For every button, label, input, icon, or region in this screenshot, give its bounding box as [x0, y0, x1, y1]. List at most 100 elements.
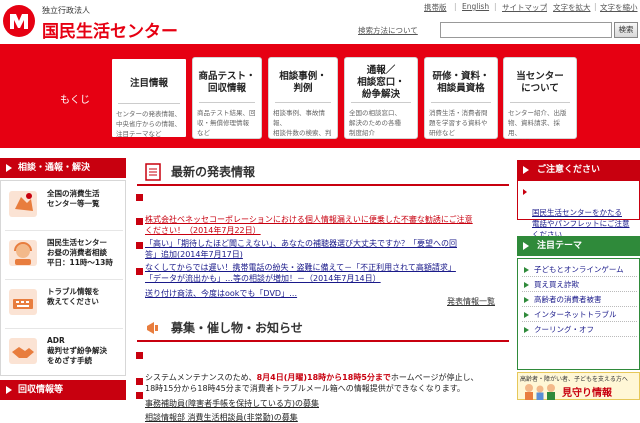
handshake-icon [7, 334, 39, 368]
right-sidebar: ご注意ください 国民生活センターをかたる 電話やパンフレットにご注意 ください … [517, 158, 640, 400]
theme-label: 高齢者の消費者被害 [534, 295, 602, 304]
nav-card-title: 当センター について [506, 64, 574, 102]
divider [431, 102, 491, 103]
notice-text: 相談情報部 消費生活相談員(非常勤)の募集 [145, 413, 298, 422]
nav-card-title: 研修・資料・ 相談員資格 [427, 64, 495, 102]
theme-heading: 注目テーマ [517, 236, 640, 256]
divider [5, 230, 123, 231]
link-sitemap[interactable]: サイトマップ [502, 2, 547, 13]
bullet-icon [524, 312, 529, 318]
bullet-icon [524, 282, 529, 288]
section-title: 募集・催し物・お知らせ [171, 319, 303, 336]
bullet-icon [524, 327, 529, 333]
nav-card-consultation[interactable]: 通報／ 相談窓口・ 紛争解決 全国の相談窓口、 解決のための各種 制度紹介 [344, 57, 418, 139]
theme-list: 子どもとオンラインゲーム 買え買え詐欺 高齢者の消費者被害 インターネットトラブ… [517, 258, 640, 370]
link-text-smaller[interactable]: 文字を縮小 [600, 2, 638, 13]
caution-text: 国民生活センターをかたる 電話やパンフレットにご注意 ください [532, 208, 630, 239]
news-item[interactable]: 送り付け商法、今度はookでも「DVD」… [145, 266, 507, 299]
sidebar-item-adr[interactable]: ADR 裁判せず紛争解決 をめざす手続 [5, 330, 123, 376]
nav-card-title: 通報／ 相談窓口・ 紛争解決 [347, 64, 415, 102]
nav-card-desc: センター紹介、出版 物、資料請求、採用、 調達情報など [508, 108, 572, 140]
main-content: 最新の発表情報 株式会社ベネッセコーポレーションにおける個人情報漏えいに便乗した… [137, 158, 509, 400]
caution-link[interactable]: 国民生活センターをかたる 電話やパンフレットにご注意 ください [517, 180, 640, 220]
nav-card-title: 注目情報 [114, 65, 184, 103]
bullet-icon [524, 297, 529, 303]
link-text-larger[interactable]: 文字を拡大 [553, 2, 591, 13]
sidebar-item-label: 全国の消費生活 センター等一覧 [47, 189, 100, 209]
search-input[interactable] [440, 22, 612, 38]
theme-item[interactable]: 子どもとオンラインゲーム [522, 263, 637, 277]
bullet-icon [136, 194, 143, 201]
keyboard-icon [7, 285, 39, 319]
bullet-icon [524, 267, 529, 273]
sidebar-heading-text: 相談・通報・解決 [18, 163, 90, 173]
news-text: 送り付け商法、今度はookでも「DVD」… [145, 289, 297, 298]
arrow-right-icon [6, 164, 12, 172]
notice-item[interactable]: 相談情報部 消費生活相談員(非常勤)の募集 [145, 390, 507, 423]
divider [5, 279, 123, 280]
bullet-icon [136, 352, 143, 359]
global-nav: もくじ 注目情報 センターの発表情報、 中央省庁からの情報、 注目テーマなど 商… [0, 44, 640, 148]
nav-label: もくじ [60, 91, 90, 106]
left-sidebar: 相談・通報・解決 全国の消費生活 センター等一覧 国民生活センター お昼の消費者… [0, 158, 126, 400]
megaphone-icon [145, 319, 161, 337]
sidebar-item-label: 国民生活センター お昼の消費者相談 平日：11時〜13時 [47, 238, 113, 268]
theme-label: クーリング・オフ [534, 325, 594, 334]
link-separator: | [454, 2, 457, 11]
theme-label: 子どもとオンラインゲーム [534, 265, 624, 274]
nav-card-title: 相談事例・ 判例 [271, 64, 335, 102]
theme-label: 買え買え詐欺 [534, 280, 579, 289]
nav-card-about[interactable]: 当センター について センター紹介、出版 物、資料請求、採用、 調達情報など [503, 57, 577, 139]
sidebar-heading-recall[interactable]: 回収情報等 [0, 380, 126, 400]
bullet-icon [136, 268, 143, 275]
document-icon [145, 163, 161, 181]
sidebar-item-label: トラブル情報を 教えてください [47, 287, 100, 307]
divider [118, 103, 180, 104]
divider [275, 102, 331, 103]
search-help-link[interactable]: 検索方法について [358, 25, 418, 36]
operator-icon [7, 236, 39, 270]
caution-heading: ご注意ください [517, 160, 640, 180]
more-news-link[interactable]: 発表情報一覧 [447, 296, 495, 307]
nav-card-desc: 消費生活・消費者問 題を学習する資料や 研修など [429, 108, 493, 140]
arrow-right-icon [523, 166, 529, 174]
section-heading-news: 最新の発表情報 [137, 160, 509, 186]
org-name[interactable]: 国民生活センター [42, 17, 178, 42]
nav-card-desc: 相談事例、事故情報、 相談件数の検索、判 例の紹介など [273, 108, 333, 140]
sidebar-heading-consult: 相談・通報・解決 [0, 158, 126, 178]
divider [5, 328, 123, 329]
theme-item[interactable]: 買え買え詐欺 [522, 278, 637, 292]
arrow-right-icon [523, 242, 529, 250]
divider [510, 102, 570, 103]
sidebar-item-center-list[interactable]: 全国の消費生活 センター等一覧 [5, 183, 123, 229]
bullet-icon [523, 189, 527, 195]
link-mobile[interactable]: 携帯版 [424, 2, 447, 13]
link-english[interactable]: English [462, 2, 489, 11]
divider [199, 102, 255, 103]
sidebar-heading-text: 回収情報等 [18, 385, 63, 395]
divider [351, 102, 411, 103]
nav-card-desc: センターの発表情報、 中央省庁からの情報、 注目テーマなど [116, 109, 182, 141]
sidebar-item-report-trouble[interactable]: トラブル情報を 教えてください [5, 281, 123, 327]
mimamori-banner[interactable]: 高齢者・障がい者、子どもを支える方へ 見守り情報 [517, 372, 640, 400]
nav-card-product-tests[interactable]: 商品テスト・ 回収情報 商品テスト結果、回 収・無償修理情報 など [192, 57, 262, 139]
nav-card-training[interactable]: 研修・資料・ 相談員資格 消費生活・消費者問 題を学習する資料や 研修など [424, 57, 498, 139]
link-separator: | [545, 2, 548, 11]
arrow-right-icon [6, 386, 12, 394]
caution-heading-text: ご注意ください [537, 165, 600, 175]
search-button[interactable]: 検索 [614, 22, 638, 38]
section-title: 最新の発表情報 [171, 163, 255, 180]
nav-card-title: 商品テスト・ 回収情報 [195, 64, 259, 102]
section-heading-events: 募集・催し物・お知らせ [137, 316, 509, 342]
nav-card-desc: 全国の相談窓口、 解決のための各種 制度紹介 [349, 108, 413, 140]
theme-item[interactable]: クーリング・オフ [522, 323, 637, 337]
link-separator: | [494, 2, 497, 11]
nav-card-featured[interactable]: 注目情報 センターの発表情報、 中央省庁からの情報、 注目テーマなど [110, 57, 188, 139]
sidebar-item-lunch-consult[interactable]: 国民生活センター お昼の消費者相談 平日：11時〜13時 [5, 232, 123, 278]
link-separator: | [594, 2, 597, 11]
logo-icon[interactable] [3, 5, 35, 37]
nav-card-cases[interactable]: 相談事例・ 判例 相談事例、事故情報、 相談件数の検索、判 例の紹介など [268, 57, 338, 139]
theme-item[interactable]: 高齢者の消費者被害 [522, 293, 637, 307]
theme-item[interactable]: インターネットトラブル [522, 308, 637, 322]
theme-label: インターネットトラブル [534, 310, 617, 319]
